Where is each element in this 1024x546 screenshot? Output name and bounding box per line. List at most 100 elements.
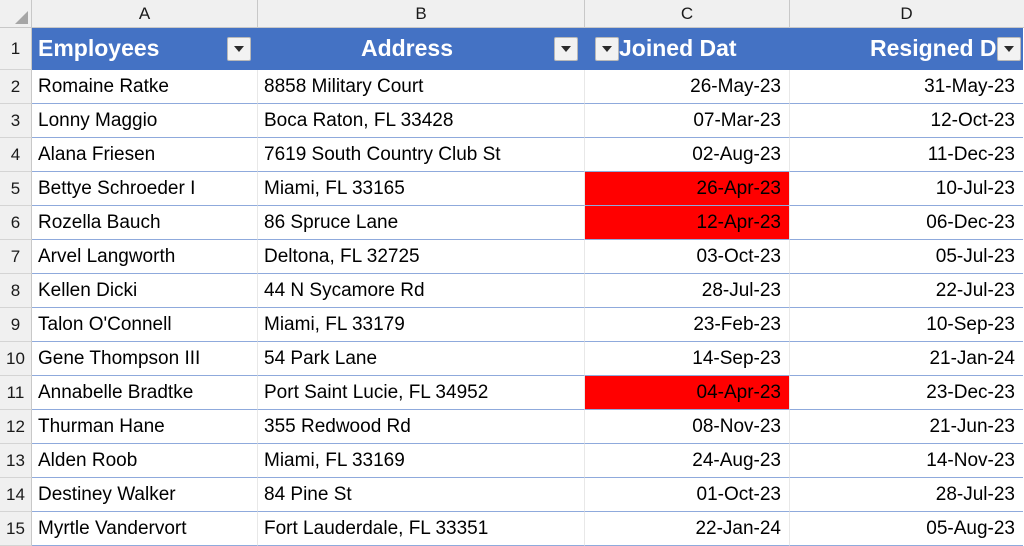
- cell-joined-date[interactable]: 12-Apr-23: [585, 206, 790, 240]
- cell-joined-date[interactable]: 03-Oct-23: [585, 240, 790, 274]
- cell-employee[interactable]: Rozella Bauch: [32, 206, 258, 240]
- row-number-2[interactable]: 2: [0, 70, 32, 104]
- column-header-d[interactable]: D: [790, 0, 1023, 27]
- cell-joined-date[interactable]: 26-May-23: [585, 70, 790, 104]
- cell-address[interactable]: 54 Park Lane: [258, 342, 585, 376]
- cell-employee[interactable]: Bettye Schroeder I: [32, 172, 258, 206]
- table-header-joined-date-label: Joined Dat: [619, 35, 737, 61]
- cell-joined-date[interactable]: 04-Apr-23: [585, 376, 790, 410]
- table-row: 15 Myrtle Vandervort Fort Lauderdale, FL 3…: [0, 512, 1024, 546]
- table-row: 9 Talon O'Connell Miami, FL 33179 23-Feb-23…: [0, 308, 1024, 342]
- table-header-employees-label: Employees: [38, 35, 160, 61]
- cell-resigned-date[interactable]: 14-Nov-23: [790, 444, 1023, 478]
- column-header-b[interactable]: B: [258, 0, 585, 27]
- cell-employee[interactable]: Gene Thompson III: [32, 342, 258, 376]
- row-number-14[interactable]: 14: [0, 478, 32, 512]
- row-number-10[interactable]: 10: [0, 342, 32, 376]
- cell-employee[interactable]: Romaine Ratke: [32, 70, 258, 104]
- table-header-address[interactable]: Address: [258, 28, 585, 70]
- cell-joined-date[interactable]: 14-Sep-23: [585, 342, 790, 376]
- cell-resigned-date[interactable]: 11-Dec-23: [790, 138, 1023, 172]
- cell-resigned-date[interactable]: 21-Jan-24: [790, 342, 1023, 376]
- cell-resigned-date[interactable]: 21-Jun-23: [790, 410, 1023, 444]
- cell-address[interactable]: 7619 South Country Club St: [258, 138, 585, 172]
- table-header-joined-date[interactable]: Joined Dat: [585, 28, 790, 70]
- cell-employee[interactable]: Destiney Walker: [32, 478, 258, 512]
- cell-address[interactable]: 355 Redwood Rd: [258, 410, 585, 444]
- cell-employee[interactable]: Myrtle Vandervort: [32, 512, 258, 546]
- cell-address[interactable]: Port Saint Lucie, FL 34952: [258, 376, 585, 410]
- cell-employee[interactable]: Arvel Langworth: [32, 240, 258, 274]
- table-header-employees[interactable]: Employees: [32, 28, 258, 70]
- cell-joined-date[interactable]: 24-Aug-23: [585, 444, 790, 478]
- table-row: 13 Alden Roob Miami, FL 33169 24-Aug-23 14-N…: [0, 444, 1024, 478]
- table-row: 4 Alana Friesen 7619 South Country Club St…: [0, 138, 1024, 172]
- cell-employee[interactable]: Lonny Maggio: [32, 104, 258, 138]
- cell-resigned-date[interactable]: 28-Jul-23: [790, 478, 1023, 512]
- cell-address[interactable]: Miami, FL 33165: [258, 172, 585, 206]
- cell-employee[interactable]: Kellen Dicki: [32, 274, 258, 308]
- row-number-12[interactable]: 12: [0, 410, 32, 444]
- cell-address[interactable]: 84 Pine St: [258, 478, 585, 512]
- cell-address[interactable]: Deltona, FL 32725: [258, 240, 585, 274]
- chevron-down-icon: [1004, 45, 1014, 52]
- row-number-13[interactable]: 13: [0, 444, 32, 478]
- column-header-c[interactable]: C: [585, 0, 790, 27]
- filter-dropdown-icon-joined-date[interactable]: [595, 36, 619, 61]
- column-header-strip: A B C D: [0, 0, 1024, 28]
- cell-employee[interactable]: Talon O'Connell: [32, 308, 258, 342]
- filter-dropdown-icon-employees[interactable]: [227, 36, 251, 61]
- row-number-3[interactable]: 3: [0, 104, 32, 138]
- cell-joined-date[interactable]: 07-Mar-23: [585, 104, 790, 138]
- table-row: 14 Destiney Walker 84 Pine St 01-Oct-23 28-J…: [0, 478, 1024, 512]
- cell-address[interactable]: Miami, FL 33179: [258, 308, 585, 342]
- chevron-down-icon: [234, 45, 244, 52]
- data-rows-container: 2 Romaine Ratke 8858 Military Court 26-May-…: [0, 70, 1024, 546]
- filter-dropdown-icon-resigned-date[interactable]: [997, 36, 1021, 61]
- row-number-15[interactable]: 15: [0, 512, 32, 546]
- cell-resigned-date[interactable]: 05-Aug-23: [790, 512, 1023, 546]
- cell-employee[interactable]: Alden Roob: [32, 444, 258, 478]
- row-number-1[interactable]: 1: [0, 28, 32, 70]
- cell-resigned-date[interactable]: 22-Jul-23: [790, 274, 1023, 308]
- cell-joined-date[interactable]: 23-Feb-23: [585, 308, 790, 342]
- chevron-down-icon: [602, 45, 612, 52]
- cell-address[interactable]: Miami, FL 33169: [258, 444, 585, 478]
- table-row: 7 Arvel Langworth Deltona, FL 32725 03-Oct-…: [0, 240, 1024, 274]
- row-number-8[interactable]: 8: [0, 274, 32, 308]
- filter-dropdown-icon-address[interactable]: [553, 36, 578, 61]
- cell-employee[interactable]: Alana Friesen: [32, 138, 258, 172]
- cell-resigned-date[interactable]: 05-Jul-23: [790, 240, 1023, 274]
- table-header-resigned-date[interactable]: Resigned Dat: [790, 28, 1023, 70]
- cell-joined-date[interactable]: 02-Aug-23: [585, 138, 790, 172]
- cell-address[interactable]: 8858 Military Court: [258, 70, 585, 104]
- cell-joined-date[interactable]: 28-Jul-23: [585, 274, 790, 308]
- row-number-6[interactable]: 6: [0, 206, 32, 240]
- cell-employee[interactable]: Thurman Hane: [32, 410, 258, 444]
- cell-resigned-date[interactable]: 10-Jul-23: [790, 172, 1023, 206]
- row-number-7[interactable]: 7: [0, 240, 32, 274]
- cell-address[interactable]: Fort Lauderdale, FL 33351: [258, 512, 585, 546]
- cell-joined-date[interactable]: 22-Jan-24: [585, 512, 790, 546]
- row-number-9[interactable]: 9: [0, 308, 32, 342]
- table-row: 5 Bettye Schroeder I Miami, FL 33165 26-Apr…: [0, 172, 1024, 206]
- cell-employee[interactable]: Annabelle Bradtke: [32, 376, 258, 410]
- cell-resigned-date[interactable]: 06-Dec-23: [790, 206, 1023, 240]
- column-header-a[interactable]: A: [32, 0, 258, 27]
- row-number-11[interactable]: 11: [0, 376, 32, 410]
- cell-joined-date[interactable]: 26-Apr-23: [585, 172, 790, 206]
- cell-joined-date[interactable]: 08-Nov-23: [585, 410, 790, 444]
- cell-joined-date[interactable]: 01-Oct-23: [585, 478, 790, 512]
- select-all-corner[interactable]: [0, 0, 32, 27]
- cell-resigned-date[interactable]: 31-May-23: [790, 70, 1023, 104]
- table-row: 3 Lonny Maggio Boca Raton, FL 33428 07-Mar-…: [0, 104, 1024, 138]
- row-number-5[interactable]: 5: [0, 172, 32, 206]
- row-number-4[interactable]: 4: [0, 138, 32, 172]
- cell-address[interactable]: 44 N Sycamore Rd: [258, 274, 585, 308]
- table-header-resigned-date-label: Resigned Dat: [870, 35, 1017, 61]
- cell-resigned-date[interactable]: 12-Oct-23: [790, 104, 1023, 138]
- cell-address[interactable]: Boca Raton, FL 33428: [258, 104, 585, 138]
- cell-resigned-date[interactable]: 23-Dec-23: [790, 376, 1023, 410]
- cell-address[interactable]: 86 Spruce Lane: [258, 206, 585, 240]
- cell-resigned-date[interactable]: 10-Sep-23: [790, 308, 1023, 342]
